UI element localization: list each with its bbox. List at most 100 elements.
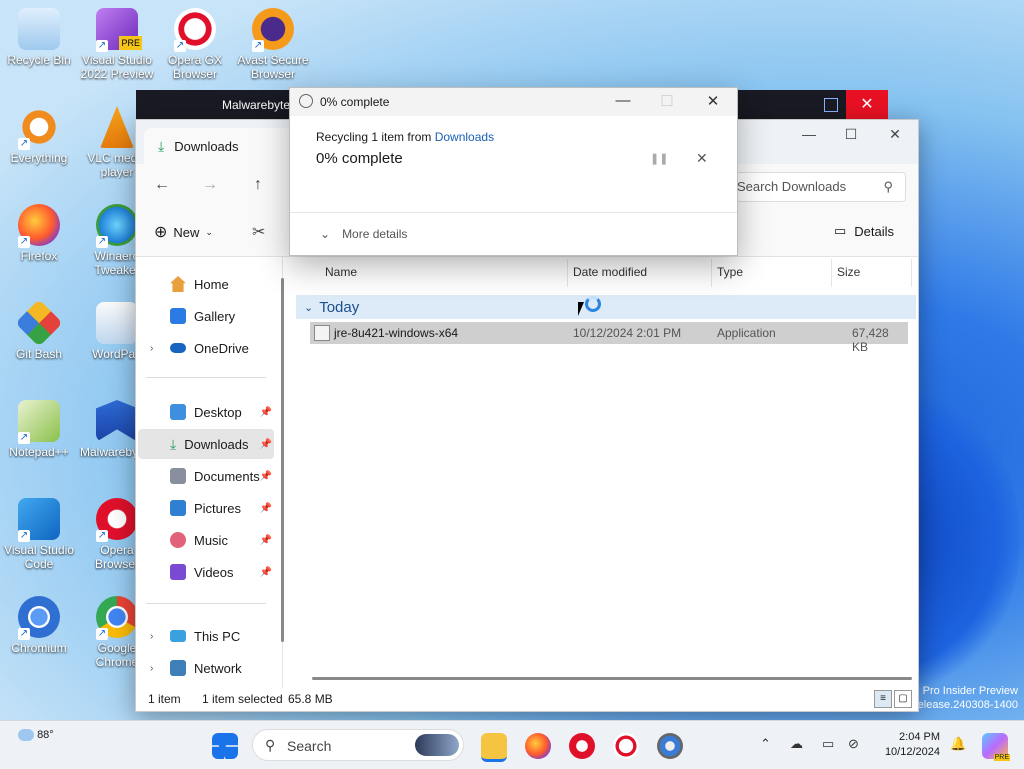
sidebar-item-label: Pictures xyxy=(194,500,241,516)
vscode-icon: ↗ xyxy=(18,498,60,542)
close-icon[interactable]: ✕ xyxy=(846,90,888,120)
notification-bell-icon[interactable]: 🔔 xyxy=(950,736,966,752)
maximize-icon[interactable] xyxy=(824,98,838,112)
desktop-icon-avast[interactable]: ↗ Avast Secure Browser xyxy=(234,8,312,81)
start-icon[interactable] xyxy=(212,733,238,759)
desktop-icon-firefox[interactable]: ↗ Firefox xyxy=(0,204,78,263)
desktop-icon-label: Recycle Bin xyxy=(7,53,71,67)
tiles-view-icon[interactable]: ▢ xyxy=(894,690,912,708)
firefox-taskbar-icon[interactable] xyxy=(525,733,551,759)
desktop-icon-opera-gx[interactable]: ↗ Opera GX Browser xyxy=(156,8,234,81)
sidebar-item-network[interactable]: › Network xyxy=(138,653,274,683)
desktop-icon-everything[interactable]: ↗ Everything xyxy=(0,106,78,165)
back-icon[interactable]: ← xyxy=(150,176,174,196)
new-label: New xyxy=(173,224,200,240)
minimize-icon[interactable]: — xyxy=(608,92,638,109)
volume-muted-icon[interactable]: ⊘ xyxy=(848,736,859,752)
clock-icon xyxy=(299,94,313,108)
sidebar-item-label: Documents xyxy=(194,468,260,484)
details-button[interactable]: ▭ Details xyxy=(834,223,894,239)
details-view-icon[interactable]: ≡ xyxy=(874,690,892,708)
desktop-icon-label: Chromium xyxy=(11,641,67,655)
pause-icon[interactable]: ❚❚ xyxy=(650,152,668,165)
settings-gear-icon[interactable] xyxy=(657,733,683,759)
desktop-icon-visual-studio-preview[interactable]: ↗ PRE Visual Studio 2022 Preview xyxy=(78,8,156,81)
pin-icon: 📌 xyxy=(259,566,272,578)
column-header-date[interactable]: Date modified xyxy=(573,265,647,279)
sidebar-item-home[interactable]: Home xyxy=(138,269,274,299)
tab-downloads[interactable]: ⤓ Downloads xyxy=(144,128,294,164)
group-header-today[interactable]: ⌄ Today xyxy=(296,295,916,319)
desktop-icon-label: Notepad++ xyxy=(9,445,69,459)
sidebar-item-videos[interactable]: Videos 📌 xyxy=(138,557,274,587)
desktop-icon-label: Avast Secure Browser xyxy=(237,53,309,81)
column-divider[interactable] xyxy=(831,259,832,287)
column-divider[interactable] xyxy=(911,259,912,287)
more-details-button[interactable]: ⌄ More details xyxy=(320,227,407,241)
chevron-up-icon[interactable]: ⌃ xyxy=(760,736,771,752)
sidebar-item-label: Home xyxy=(194,276,229,292)
desktop-icon-chromium[interactable]: ↗ Chromium xyxy=(0,596,78,655)
file-date: 10/12/2024 2:01 PM xyxy=(573,326,682,340)
plus-icon: ⊕ xyxy=(154,224,168,241)
malwarebytes-icon xyxy=(96,400,138,442)
sidebar-item-pictures[interactable]: Pictures 📌 xyxy=(138,493,274,523)
cancel-icon[interactable]: ✕ xyxy=(696,150,708,167)
system-clock[interactable]: 2:04 PM 10/12/2024 xyxy=(880,730,940,760)
progress-dialog[interactable]: 0% complete — ☐ ✕ Recycling 1 item from … xyxy=(289,87,738,256)
recycling-prefix: Recycling 1 item from xyxy=(316,130,435,144)
opera-taskbar-icon[interactable] xyxy=(569,733,595,759)
chromium-icon: ↗ xyxy=(18,596,60,640)
desktop-icon-recycle-bin[interactable]: Recycle Bin xyxy=(0,8,78,67)
close-icon[interactable]: ✕ xyxy=(880,126,910,146)
chevron-right-icon[interactable]: › xyxy=(150,631,153,642)
column-divider[interactable] xyxy=(567,259,568,287)
sidebar-item-music[interactable]: Music 📌 xyxy=(138,525,274,555)
chevron-down-icon: ⌄ xyxy=(304,301,314,314)
up-icon[interactable]: ↑ xyxy=(246,176,270,196)
column-header-type[interactable]: Type xyxy=(717,265,743,279)
sidebar-item-documents[interactable]: Documents 📌 xyxy=(138,461,274,491)
computer-icon xyxy=(170,630,186,642)
chevron-right-icon[interactable]: › xyxy=(150,343,153,354)
taskbar-search[interactable]: ⚲ Search xyxy=(252,729,464,761)
background-app-title: Malwarebytes xyxy=(222,98,297,112)
close-icon[interactable]: ✕ xyxy=(698,92,728,110)
maximize-icon[interactable]: ☐ xyxy=(836,126,866,146)
sidebar-item-onedrive[interactable]: › OneDrive xyxy=(138,333,274,363)
sidebar-item-this-pc[interactable]: › This PC xyxy=(138,621,274,651)
column-divider[interactable] xyxy=(711,259,712,287)
column-header-size[interactable]: Size xyxy=(837,265,860,279)
sidebar-item-desktop[interactable]: Desktop 📌 xyxy=(138,397,274,427)
new-button[interactable]: ⊕ New ⌄ xyxy=(154,222,213,242)
everything-icon: ↗ xyxy=(18,106,60,150)
desktop-folder-icon xyxy=(170,404,186,420)
desktop-icon-notepadpp[interactable]: ↗ Notepad++ xyxy=(0,400,78,459)
desktop-icon-git-bash[interactable]: Git Bash xyxy=(0,299,78,361)
sidebar-scrollbar[interactable] xyxy=(281,278,284,642)
avast-icon: ↗ xyxy=(252,8,294,52)
dialog-title: 0% complete xyxy=(320,95,390,109)
network-status-icon[interactable]: ▭ xyxy=(822,736,834,752)
winaero-icon: ↗ xyxy=(96,204,138,248)
search-input[interactable]: Search Downloads ⚲ xyxy=(726,172,906,202)
cut-icon[interactable]: ✂ xyxy=(252,222,265,242)
source-folder-link[interactable]: Downloads xyxy=(435,130,494,144)
minimize-icon[interactable]: — xyxy=(794,126,824,146)
sidebar-item-downloads[interactable]: ⤓ Downloads 📌 xyxy=(138,429,274,459)
firefox-icon: ↗ xyxy=(18,204,60,248)
sidebar-item-gallery[interactable]: Gallery xyxy=(138,301,274,331)
weather-widget[interactable]: 88° xyxy=(18,729,54,742)
cloud-offline-icon[interactable]: ☁ xyxy=(790,736,803,752)
file-explorer-taskbar-icon[interactable] xyxy=(481,733,507,762)
desktop-icon-vscode[interactable]: ↗ Visual Studio Code xyxy=(0,498,78,571)
horizontal-scrollbar[interactable] xyxy=(312,677,912,680)
chevron-right-icon[interactable]: › xyxy=(150,663,153,674)
column-header-name[interactable]: Name xyxy=(325,265,357,279)
pictures-icon xyxy=(170,500,186,516)
wordpad-icon xyxy=(96,302,138,344)
forward-icon[interactable]: → xyxy=(198,176,222,196)
table-row[interactable]: jre-8u421-windows-x64 10/12/2024 2:01 PM… xyxy=(310,322,908,354)
copilot-icon[interactable]: PRE xyxy=(982,733,1010,761)
opera-gx-taskbar-icon[interactable] xyxy=(613,733,639,759)
